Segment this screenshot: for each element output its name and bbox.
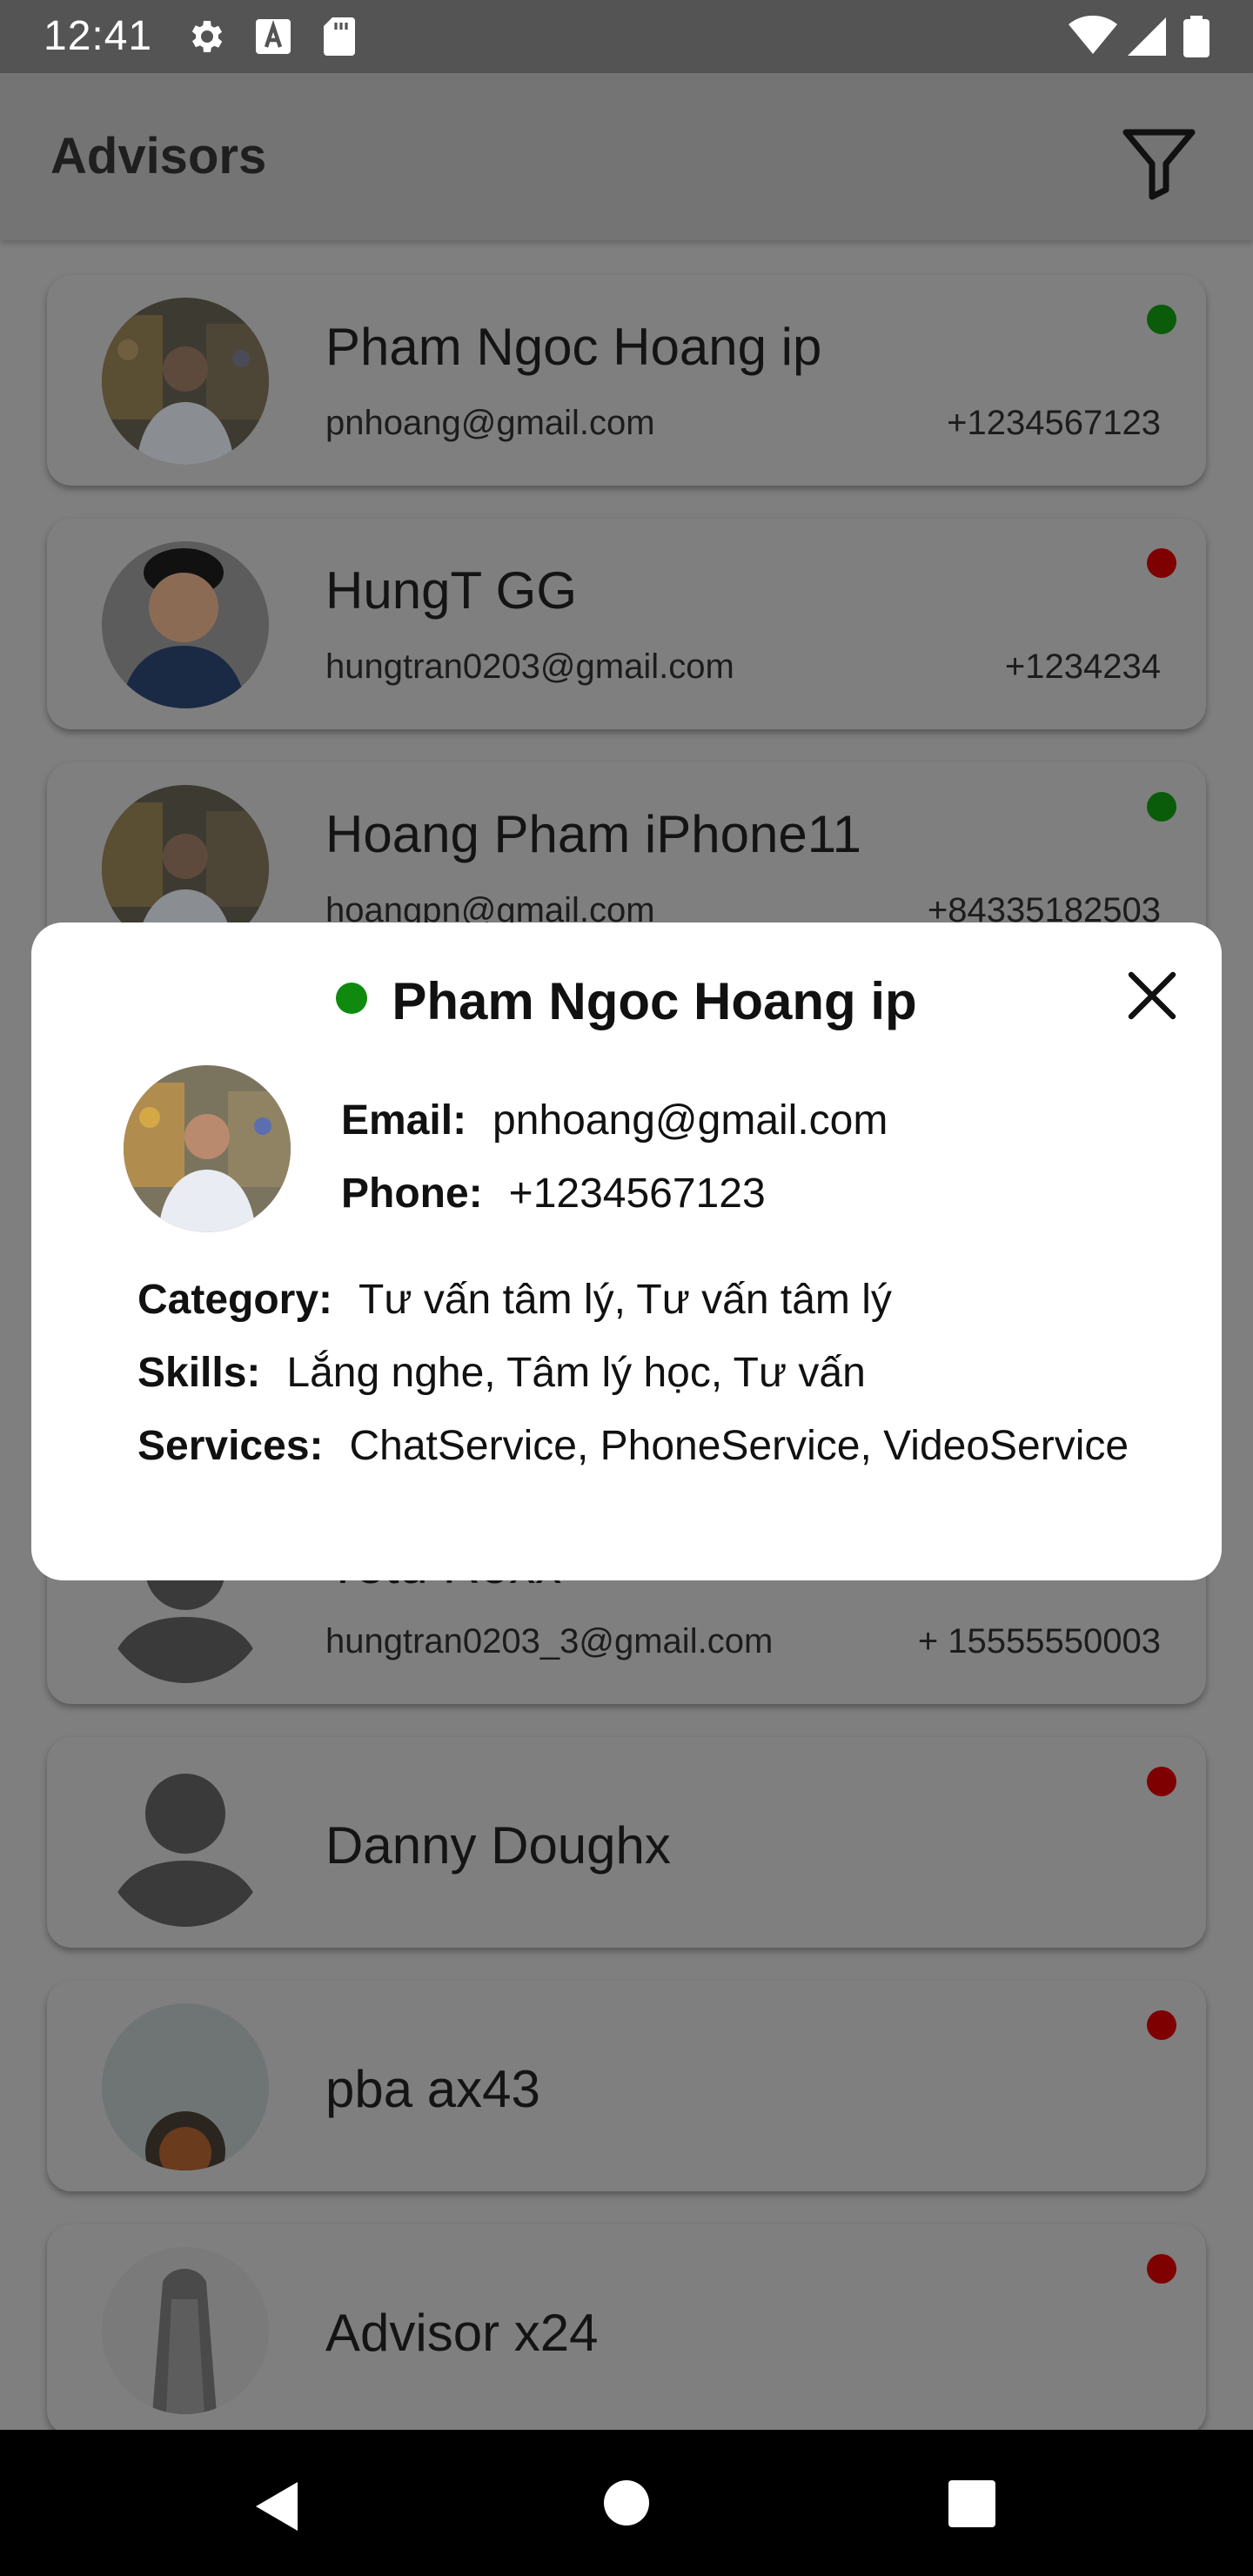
dialog-title: Pham Ngoc Hoang ip: [31, 971, 1222, 1031]
dialog-category-row: Category: Tư vấn tâm lý, Tư vấn tâm lý: [137, 1276, 892, 1324]
advisor-card[interactable]: Pham Ngoc Hoang ip pnhoang@gmail.com +12…: [47, 275, 1206, 486]
dialog-category: Tư vấn tâm lý, Tư vấn tâm lý: [358, 1277, 892, 1323]
signal-icon: [1128, 17, 1166, 56]
services-label: Services:: [137, 1423, 324, 1469]
dialog-email: pnhoang@gmail.com: [492, 1097, 888, 1144]
status-bar: 12:41: [0, 0, 1253, 73]
advisor-name: Advisor x24: [325, 2304, 599, 2362]
advisor-card[interactable]: Advisor x24: [47, 2224, 1206, 2435]
advisor-name: HungT GG: [325, 561, 578, 620]
offline-status-dot: [1147, 548, 1176, 578]
advisor-phone: +1234567123: [947, 404, 1161, 442]
advisor-phone: +1234234: [1004, 647, 1161, 686]
back-icon[interactable]: [252, 2480, 301, 2532]
wifi-icon: [1069, 16, 1117, 54]
advisor-name: Danny Doughx: [325, 1816, 671, 1875]
offline-status-dot: [1147, 1767, 1176, 1796]
email-label: Email:: [341, 1097, 467, 1144]
skills-label: Skills:: [137, 1350, 261, 1396]
close-button[interactable]: [1117, 961, 1187, 1030]
dialog-services-row: Services: ChatService, PhoneService, Vide…: [137, 1422, 1129, 1470]
advisor-avatar: [102, 541, 269, 708]
dialog-phone-row: Phone: +1234567123: [341, 1170, 766, 1218]
dialog-phone: +1234567123: [508, 1171, 766, 1217]
phone-label: Phone:: [341, 1171, 483, 1217]
dialog-services: ChatService, PhoneService, VideoService: [349, 1423, 1129, 1469]
advisor-name: pba ax43: [325, 2060, 540, 2118]
dialog-advisor-name: Pham Ngoc Hoang ip: [392, 972, 917, 1030]
advisor-email: hungtran0203_3@gmail.com: [325, 1622, 774, 1660]
sd-card-icon: [324, 17, 355, 56]
font-icon: [256, 19, 291, 54]
app-bar: Advisors: [0, 73, 1253, 240]
category-label: Category:: [137, 1277, 333, 1323]
online-status-dot: [1147, 792, 1176, 822]
advisor-avatar: [102, 298, 269, 465]
recents-icon[interactable]: [948, 2480, 995, 2527]
advisor-avatar: [102, 2003, 269, 2170]
navigation-bar: [0, 2430, 1253, 2576]
advisor-card[interactable]: pba ax43: [47, 1981, 1206, 2191]
advisor-card[interactable]: Danny Doughx: [47, 1737, 1206, 1948]
advisor-detail-dialog: Pham Ngoc Hoang ip Email: pnhoang@gmail.c…: [31, 922, 1222, 1580]
close-icon: [1128, 971, 1176, 1020]
advisor-card[interactable]: HungT GG hungtran0203@gmail.com +1234234: [47, 519, 1206, 729]
advisor-email: hungtran0203@gmail.com: [325, 647, 734, 686]
offline-status-dot: [1147, 2010, 1176, 2040]
online-status-dot: [336, 983, 368, 1014]
status-time: 12:41: [44, 13, 153, 59]
dialog-email-row: Email: pnhoang@gmail.com: [341, 1097, 888, 1144]
offline-status-dot: [1147, 2254, 1176, 2284]
home-icon[interactable]: [604, 2480, 649, 2526]
advisor-avatar: [102, 2247, 269, 2414]
advisor-name: Hoang Pham iPhone11: [325, 805, 861, 863]
dialog-skills-row: Skills: Lắng nghe, Tâm lý học, Tư vấn: [137, 1349, 866, 1397]
dialog-skills: Lắng nghe, Tâm lý học, Tư vấn: [286, 1350, 866, 1396]
advisor-avatar: [102, 1760, 269, 1927]
dialog-avatar: [124, 1065, 291, 1232]
online-status-dot: [1147, 305, 1176, 334]
battery-icon: [1183, 16, 1209, 57]
settings-icon: [191, 21, 223, 52]
advisor-name: Pham Ngoc Hoang ip: [325, 318, 822, 376]
advisor-phone: + 15555550003: [917, 1622, 1161, 1660]
page-title: Advisors: [50, 128, 267, 184]
filter-button[interactable]: [1117, 120, 1201, 204]
advisor-email: pnhoang@gmail.com: [325, 404, 655, 442]
filter-icon: [1122, 129, 1196, 200]
